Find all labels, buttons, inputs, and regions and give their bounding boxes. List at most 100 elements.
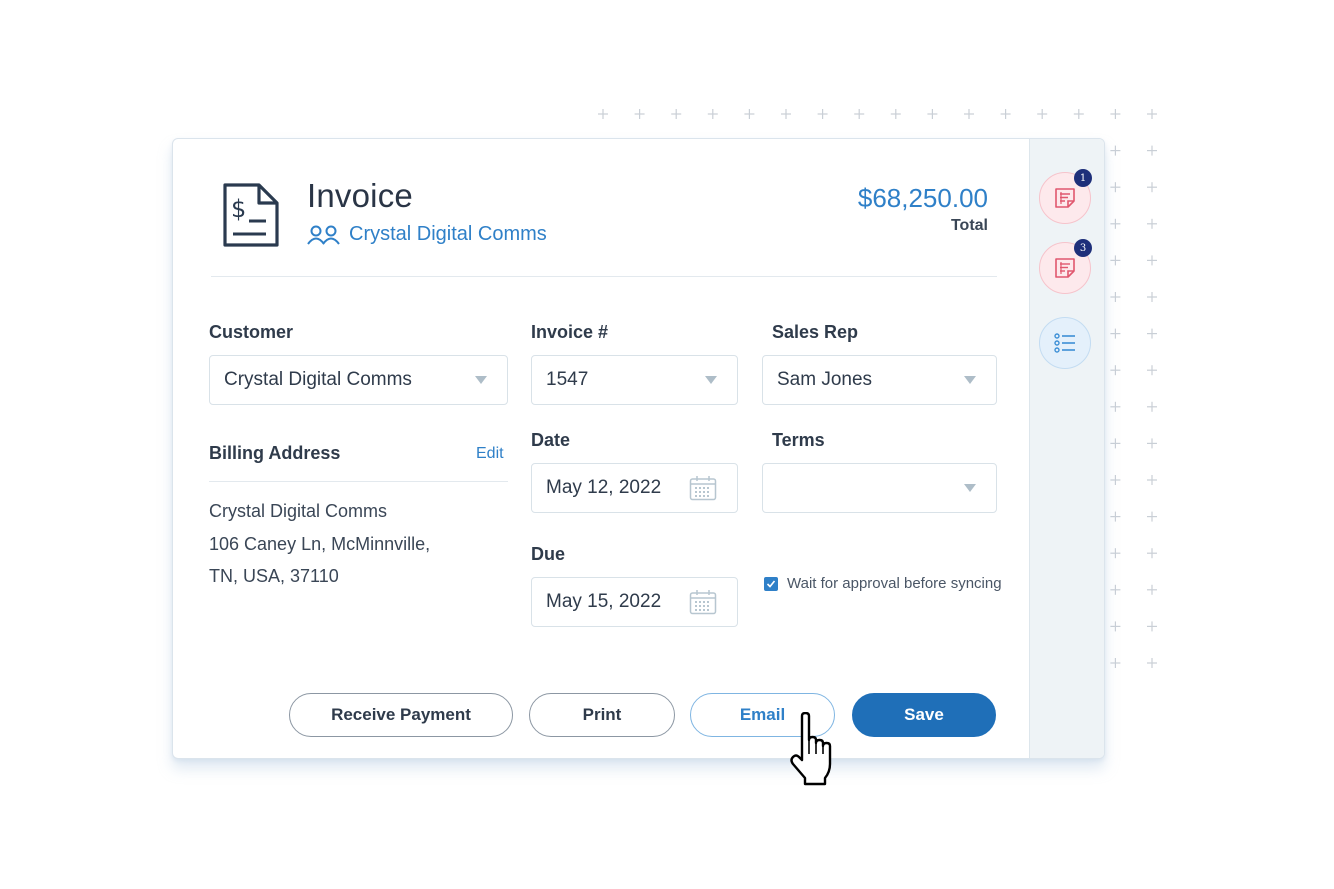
date-input[interactable]: May 12, 2022 [531, 463, 738, 513]
invoice-document-icon: $ [223, 183, 279, 247]
grid-plus-mark [1147, 584, 1157, 595]
side-rail: 1 3 [1029, 139, 1104, 758]
grid-plus-mark [1110, 109, 1121, 119]
grid-plus-mark [1110, 401, 1121, 412]
grid-plus-mark [927, 109, 938, 119]
total-label: Total [950, 217, 988, 234]
save-button[interactable]: Save [852, 693, 996, 737]
grid-plus-mark [1147, 548, 1157, 559]
hand-pointer-cursor-icon [790, 712, 832, 786]
approval-checkbox-row[interactable]: Wait for approval before syncing [764, 575, 1002, 592]
grid-plus-mark [1110, 255, 1121, 266]
grid-plus-mark [1110, 182, 1121, 193]
page-title: Invoice [307, 177, 413, 214]
grid-plus-mark [671, 109, 682, 119]
grid-plus-mark [1147, 475, 1157, 485]
grid-plus-mark [1110, 438, 1121, 449]
customer-link[interactable]: Crystal Digital Comms [307, 223, 547, 246]
sales-rep-value: Sam Jones [777, 369, 873, 390]
grid-plus-mark [1110, 365, 1121, 376]
billing-divider [209, 481, 508, 482]
sales-rep-select[interactable]: Sam Jones [762, 355, 997, 405]
grid-plus-mark [1147, 328, 1157, 339]
billing-address-line: TN, USA, 37110 [209, 566, 339, 586]
svg-text:$: $ [231, 195, 246, 223]
grid-plus-mark [1110, 621, 1121, 632]
terms-label: Terms [772, 430, 825, 450]
invoice-number-value: 1547 [546, 369, 589, 390]
edit-billing-link[interactable]: Edit [476, 445, 504, 463]
calendar-icon[interactable] [689, 475, 717, 501]
notes-button[interactable]: 1 [1039, 169, 1092, 224]
checkmark-icon [766, 579, 776, 588]
sales-rep-label: Sales Rep [772, 322, 859, 342]
note-icon [1055, 188, 1075, 208]
line-items-button[interactable] [1039, 317, 1091, 369]
grid-plus-mark [1000, 109, 1011, 119]
grid-plus-mark [1147, 438, 1157, 449]
grid-plus-mark [1147, 511, 1157, 522]
due-label: Due [531, 544, 566, 564]
grid-plus-mark [1147, 255, 1157, 266]
grid-plus-mark [744, 109, 755, 119]
receive-payment-button[interactable]: Receive Payment [289, 693, 513, 737]
calendar-icon[interactable] [689, 589, 717, 615]
grid-plus-mark [1147, 365, 1157, 376]
due-date-input[interactable]: May 15, 2022 [531, 577, 738, 627]
grid-plus-mark [1147, 145, 1157, 156]
grid-plus-mark [1073, 109, 1084, 119]
grid-plus-mark [781, 109, 791, 119]
customer-link-label: Crystal Digital Comms [349, 223, 547, 245]
invoice-number-select[interactable]: 1547 [531, 355, 738, 405]
chevron-down-icon [705, 376, 717, 384]
grid-plus-mark [1110, 511, 1121, 522]
customer-select-value: Crystal Digital Comms [224, 369, 412, 390]
grid-plus-mark [964, 109, 974, 119]
notification-badge: 3 [1074, 239, 1092, 257]
grid-plus-mark [1147, 621, 1157, 632]
header-divider [211, 276, 997, 277]
customer-label: Customer [209, 322, 294, 342]
approval-checkbox-label: Wait for approval before syncing [787, 575, 1002, 592]
grid-plus-mark [890, 109, 901, 119]
grid-plus-mark [1147, 109, 1157, 119]
customer-select[interactable]: Crystal Digital Comms [209, 355, 508, 405]
grid-plus-mark [1110, 548, 1121, 559]
print-button[interactable]: Print [529, 693, 675, 737]
billing-address-line: 106 Caney Ln, McMinnville, [209, 534, 431, 554]
grid-plus-mark [1110, 145, 1121, 156]
grid-plus-mark [1147, 218, 1157, 229]
grid-plus-mark [1110, 475, 1121, 485]
grid-plus-mark [817, 109, 828, 119]
tasks-button[interactable]: 3 [1039, 239, 1092, 294]
billing-address-line: Crystal Digital Comms [209, 501, 388, 521]
invoice-card: $ Invoice Crystal Digital Comms $68,250.… [172, 138, 1105, 759]
total-amount: $68,250.00 [857, 183, 988, 213]
due-date-value: May 15, 2022 [546, 591, 662, 612]
list-icon [1054, 333, 1075, 353]
approval-checkbox[interactable] [764, 576, 778, 591]
grid-plus-mark [707, 109, 718, 119]
grid-plus-mark [598, 109, 608, 119]
terms-select[interactable] [762, 463, 997, 513]
grid-plus-mark [1110, 584, 1121, 595]
grid-plus-mark [1147, 401, 1157, 412]
grid-plus-mark [1110, 292, 1121, 302]
chevron-down-icon [964, 484, 976, 492]
grid-plus-mark [1110, 658, 1121, 668]
grid-plus-mark [634, 109, 645, 119]
grid-plus-mark [1147, 292, 1157, 302]
grid-plus-mark [1147, 658, 1157, 668]
grid-plus-mark [1037, 109, 1048, 119]
date-label: Date [531, 430, 571, 450]
billing-address-label: Billing Address [209, 443, 341, 463]
invoice-number-label: Invoice # [531, 322, 609, 342]
date-value: May 12, 2022 [546, 477, 662, 498]
grid-plus-mark [1110, 328, 1121, 339]
grid-plus-mark [1110, 218, 1121, 229]
note-icon [1055, 258, 1075, 278]
grid-plus-mark [1147, 182, 1157, 193]
users-icon [307, 225, 340, 245]
grid-plus-mark [854, 109, 865, 119]
notification-badge: 1 [1074, 169, 1092, 187]
